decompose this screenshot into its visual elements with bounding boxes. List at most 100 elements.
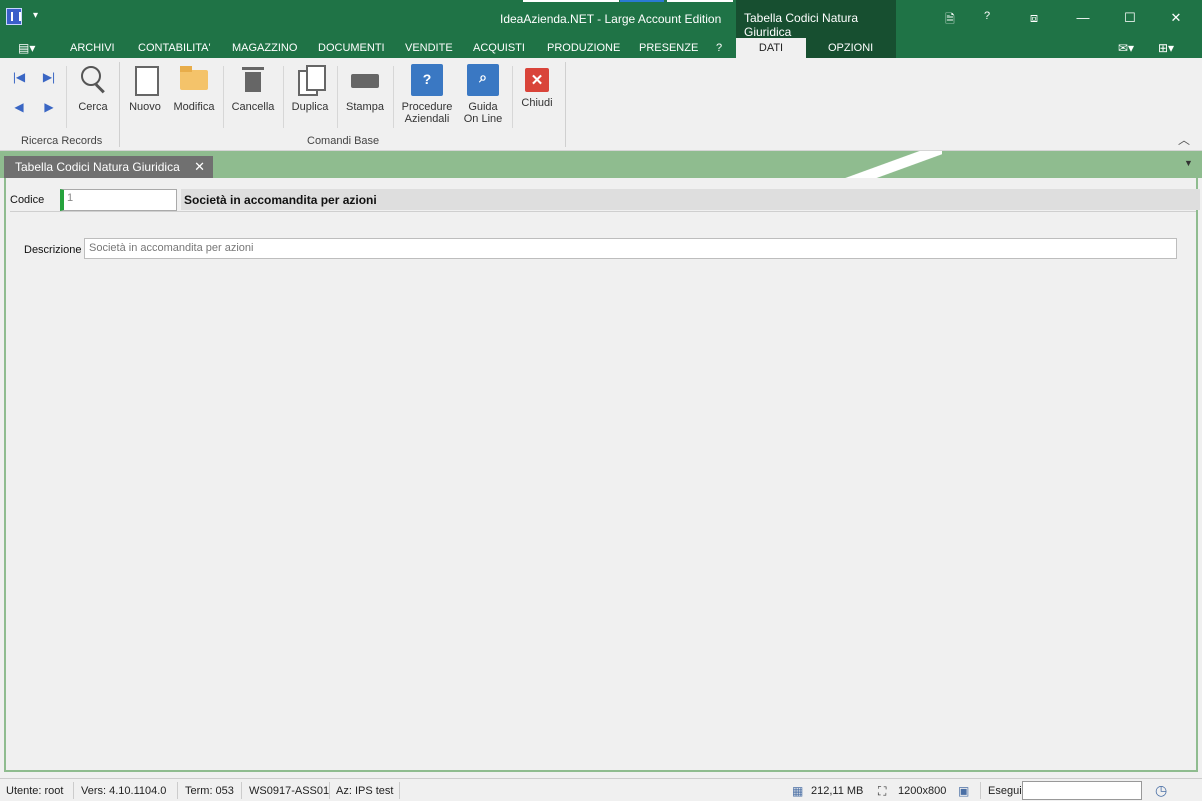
first-record-icon[interactable]: |◀ — [10, 70, 28, 88]
tab-magazzino[interactable]: MAGAZZINO — [232, 42, 297, 54]
tab-help[interactable]: ? — [716, 42, 722, 54]
separator — [283, 66, 284, 128]
window-icon[interactable]: ▣ — [958, 784, 969, 798]
help-book-icon: ? — [411, 64, 443, 96]
search-icon — [77, 64, 109, 96]
tabs-dropdown-icon[interactable]: ▼ — [1184, 158, 1193, 168]
group-label-ricerca: Ricerca Records — [21, 135, 103, 147]
procedure-label-line2: Aziendali — [404, 113, 450, 125]
window-title: IdeaAzienda.NET - Large Account Edition — [500, 12, 722, 26]
codice-description: Società in accomandita per azioni — [181, 189, 1200, 210]
procedure-aziendali-button[interactable]: ? Procedure Aziendali — [400, 64, 454, 125]
collapse-ribbon-icon[interactable]: ︿ — [1178, 131, 1190, 148]
descrizione-input[interactable]: Società in accomandita per azioni — [84, 238, 1177, 259]
tab-archivi[interactable]: ARCHIVI — [70, 42, 115, 54]
last-record-icon[interactable]: ▶| — [40, 70, 58, 88]
form-panel: Codice 1 Società in accomandita per azio… — [4, 178, 1200, 772]
ribbon-tab-row: ▤▾ ARCHIVI CONTABILITA' MAGAZZINO DOCUME… — [0, 38, 1202, 58]
status-separator — [980, 782, 981, 799]
tab-presenze[interactable]: PRESENZE — [639, 42, 698, 54]
guida-label-line2: On Line — [463, 113, 503, 125]
decorative-stripe — [842, 151, 942, 178]
screen-size-icon: ⛶ — [878, 784, 887, 798]
memory-icon: ▦ — [792, 784, 804, 798]
status-version: Vers: 4.10.1104.0 — [81, 785, 167, 797]
tab-contabilita[interactable]: CONTABILITA' — [138, 42, 211, 54]
document-tab[interactable]: Tabella Codici Natura Giuridica ✕ — [4, 156, 213, 178]
edit-button-label: Modifica — [173, 101, 215, 113]
document-icon[interactable]: 🗎 — [940, 10, 960, 31]
tab-acquisti[interactable]: ACQUISTI — [473, 42, 525, 54]
print-button[interactable]: Stampa — [344, 64, 386, 113]
separator — [337, 66, 338, 128]
next-record-icon[interactable]: ▶ — [40, 100, 58, 118]
record-header: Codice 1 Società in accomandita per azio… — [10, 186, 1200, 212]
context-tab-header: Tabella Codici Natura Giuridica — [736, 0, 896, 39]
close-tab-icon[interactable]: ✕ — [194, 159, 205, 175]
status-separator — [329, 782, 330, 799]
title-accent-line-blue — [620, 0, 664, 2]
printer-icon — [349, 64, 381, 96]
duplicate-button[interactable]: Duplica — [290, 64, 330, 113]
codice-input[interactable]: 1 — [60, 189, 177, 211]
esegui-input[interactable] — [1022, 781, 1142, 800]
restore-ribbon-icon[interactable]: ⧈ — [1024, 10, 1044, 26]
quick-access-toolbar-dropdown[interactable]: ▾ — [33, 10, 38, 21]
search-button[interactable]: Cerca — [74, 64, 112, 113]
status-separator — [73, 782, 74, 799]
separator — [512, 66, 513, 128]
new-document-icon — [129, 64, 161, 96]
document-tab-strip: Tabella Codici Natura Giuridica ✕ ▼ — [0, 151, 1202, 178]
guida-online-button[interactable]: ⌕ Guida On Line — [462, 64, 504, 125]
new-button-label: Nuovo — [129, 101, 161, 113]
online-guide-search-icon: ⌕ — [467, 64, 499, 96]
guida-label-line1: Guida — [468, 101, 498, 113]
status-resolution: 1200x800 — [898, 785, 947, 797]
status-separator — [241, 782, 242, 799]
refresh-clock-icon[interactable]: ◷ — [1155, 782, 1167, 799]
descrizione-label: Descrizione — [24, 244, 82, 256]
delete-button-label: Cancella — [231, 101, 275, 113]
app-logo-icon[interactable] — [6, 8, 22, 25]
tab-vendite[interactable]: VENDITE — [405, 42, 453, 54]
close-button[interactable]: ✕ Chiudi — [518, 64, 556, 109]
new-button[interactable]: Nuovo — [127, 64, 163, 113]
trash-icon — [237, 64, 269, 96]
tab-dati[interactable]: DATI — [736, 38, 806, 58]
status-separator — [177, 782, 178, 799]
help-icon[interactable]: ? — [977, 10, 997, 22]
help-book-glyph: ? — [422, 71, 432, 87]
status-company: Az: IPS test — [336, 785, 394, 797]
group-label-comandi: Comandi Base — [307, 135, 380, 147]
search-button-label: Cerca — [78, 101, 108, 113]
file-menu-button[interactable]: ▤▾ — [18, 41, 35, 55]
status-workstation: WS0917-ASS01 — [249, 785, 330, 797]
edit-button[interactable]: Modifica — [172, 64, 216, 113]
close-button-label: Chiudi — [521, 97, 553, 109]
tab-produzione[interactable]: PRODUZIONE — [547, 42, 620, 54]
group-separator — [565, 62, 566, 147]
codice-label: Codice — [10, 194, 45, 206]
title-accent-line — [523, 0, 619, 2]
delete-button[interactable]: Cancella — [230, 64, 276, 113]
document-tab-label: Tabella Codici Natura Giuridica — [15, 160, 180, 174]
duplicate-button-label: Duplica — [291, 101, 329, 113]
close-window-button[interactable]: ✕ — [1166, 10, 1186, 26]
close-icon: ✕ — [525, 68, 549, 92]
layout-icon[interactable]: ⊞▾ — [1158, 41, 1174, 55]
group-separator — [119, 62, 120, 147]
mail-icon[interactable]: ✉▾ — [1118, 41, 1134, 55]
title-bar: ▾ IdeaAzienda.NET - Large Account Editio… — [0, 0, 1202, 39]
status-terminal: Term: 053 — [185, 785, 234, 797]
close-glyph: ✕ — [530, 72, 544, 89]
maximize-button[interactable]: ☐ — [1120, 10, 1140, 26]
status-user: Utente: root — [6, 785, 64, 797]
tab-opzioni[interactable]: OPZIONI — [828, 42, 873, 54]
minimize-button[interactable]: — — [1073, 10, 1093, 25]
status-separator — [399, 782, 400, 799]
previous-record-icon[interactable]: ◀ — [10, 100, 28, 118]
separator — [393, 66, 394, 128]
separator — [223, 66, 224, 128]
online-guide-glyph: ⌕ — [479, 69, 487, 85]
tab-documenti[interactable]: DOCUMENTI — [318, 42, 385, 54]
